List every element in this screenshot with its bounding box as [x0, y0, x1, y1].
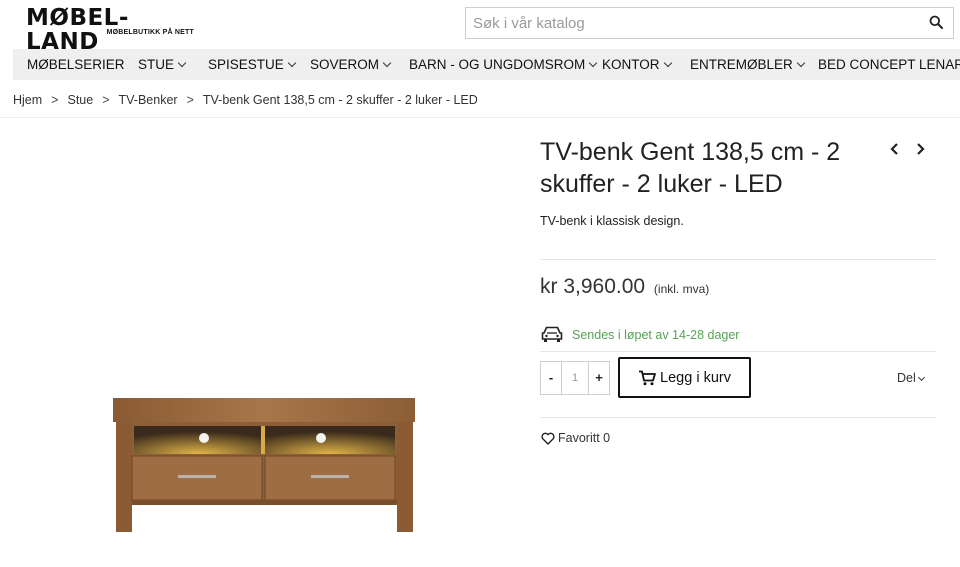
divider — [540, 259, 936, 260]
quantity-increase-button[interactable]: + — [589, 362, 609, 394]
chevron-left-icon[interactable] — [888, 141, 902, 157]
nav-item-mobelserier[interactable]: MØBELSERIER — [27, 49, 125, 80]
chevron-down-icon — [796, 58, 806, 68]
nav-label: ENTREMØBLER — [690, 57, 793, 72]
nav-item-bed-concept-lenart[interactable]: BED CONCEPT LENART — [818, 49, 960, 80]
nav-item-soverom[interactable]: SOVEROM — [310, 49, 392, 80]
nav-item-kontor[interactable]: KONTOR — [602, 49, 672, 80]
chevron-down-icon — [177, 58, 187, 68]
breadcrumb-tv-benker[interactable]: TV-Benker — [119, 93, 178, 107]
chevron-down-icon — [287, 58, 297, 68]
nav-label: STUE — [138, 57, 175, 72]
breadcrumb-separator: > — [51, 93, 59, 107]
main-nav: MØBELSERIER STUE SPISESTUE SOVEROM BARN … — [13, 49, 960, 80]
add-to-cart-button[interactable]: Legg i kurv — [618, 357, 751, 398]
search-icon[interactable] — [929, 15, 945, 31]
breadcrumb-separator: > — [102, 93, 110, 107]
favorite-label: Favoritt 0 — [558, 431, 611, 445]
product-title: TV-benk Gent 138,5 cm - 2 skuffer - 2 lu… — [540, 138, 841, 198]
chevron-down-icon — [589, 58, 598, 68]
logo-tagline: MØBELBUTIKK PÅ NETT — [106, 29, 194, 36]
breadcrumb-separator: > — [186, 93, 194, 107]
add-to-cart-label: Legg i kurv — [660, 369, 731, 386]
quantity-decrease-button[interactable]: - — [541, 362, 561, 394]
cart-icon — [639, 370, 656, 385]
nav-item-spisestue[interactable]: SPISESTUE — [208, 49, 297, 80]
nav-item-barn-ungdomsrom[interactable]: BARN - OG UNGDOMSROM — [409, 49, 598, 80]
favorite-button[interactable]: Favoritt 0 — [541, 431, 610, 445]
nav-label: MØBELSERIER — [27, 57, 125, 72]
shipping-info: Sendes i løpet av 14-28 dager — [572, 328, 740, 342]
product-description: TV-benk i klassisk design. — [540, 214, 684, 228]
nav-item-stue[interactable]: STUE — [138, 49, 187, 80]
product-image[interactable] — [40, 150, 500, 567]
divider — [0, 117, 960, 118]
divider — [540, 351, 936, 352]
search-input[interactable] — [466, 8, 916, 38]
share-label: Del — [897, 371, 916, 385]
site-header: MØBEL-LAND MØBELBUTIKK PÅ NETT — [0, 0, 960, 54]
nav-label: KONTOR — [602, 57, 660, 72]
price-tax-note: (inkl. mva) — [653, 282, 710, 296]
product-price-block: kr 3,960.00 (inkl. mva) — [540, 275, 709, 299]
breadcrumb: Hjem > Stue > TV-Benker > TV-benk Gent 138,5 c… — [13, 93, 478, 109]
breadcrumb-stue[interactable]: Stue — [67, 93, 93, 107]
chevron-right-icon[interactable] — [915, 141, 929, 157]
chevron-down-icon — [382, 58, 392, 68]
breadcrumb-current: TV-benk Gent 138,5 cm - 2 skuffer - 2 lu… — [202, 93, 478, 107]
quantity-input[interactable]: 1 — [561, 362, 589, 394]
chevron-down-icon — [663, 58, 672, 68]
nav-label: BED CONCEPT LENART — [818, 57, 960, 72]
divider — [540, 417, 936, 418]
nav-item-entremobler[interactable]: ENTREMØBLER — [690, 49, 806, 80]
car-icon — [540, 324, 564, 344]
product-price: kr 3,960.00 — [540, 275, 646, 298]
nav-label: SPISESTUE — [208, 57, 284, 72]
nav-label: BARN - OG UNGDOMSROM — [409, 57, 586, 72]
breadcrumb-home[interactable]: Hjem — [13, 93, 42, 107]
share-dropdown[interactable]: Del — [897, 371, 925, 385]
heart-icon — [541, 432, 555, 445]
quantity-stepper: - 1 + — [540, 361, 610, 395]
nav-label: SOVEROM — [310, 57, 380, 72]
chevron-down-icon — [917, 373, 925, 382]
search-box — [465, 7, 954, 39]
site-logo[interactable]: MØBEL-LAND MØBELBUTIKK PÅ NETT — [26, 6, 196, 54]
